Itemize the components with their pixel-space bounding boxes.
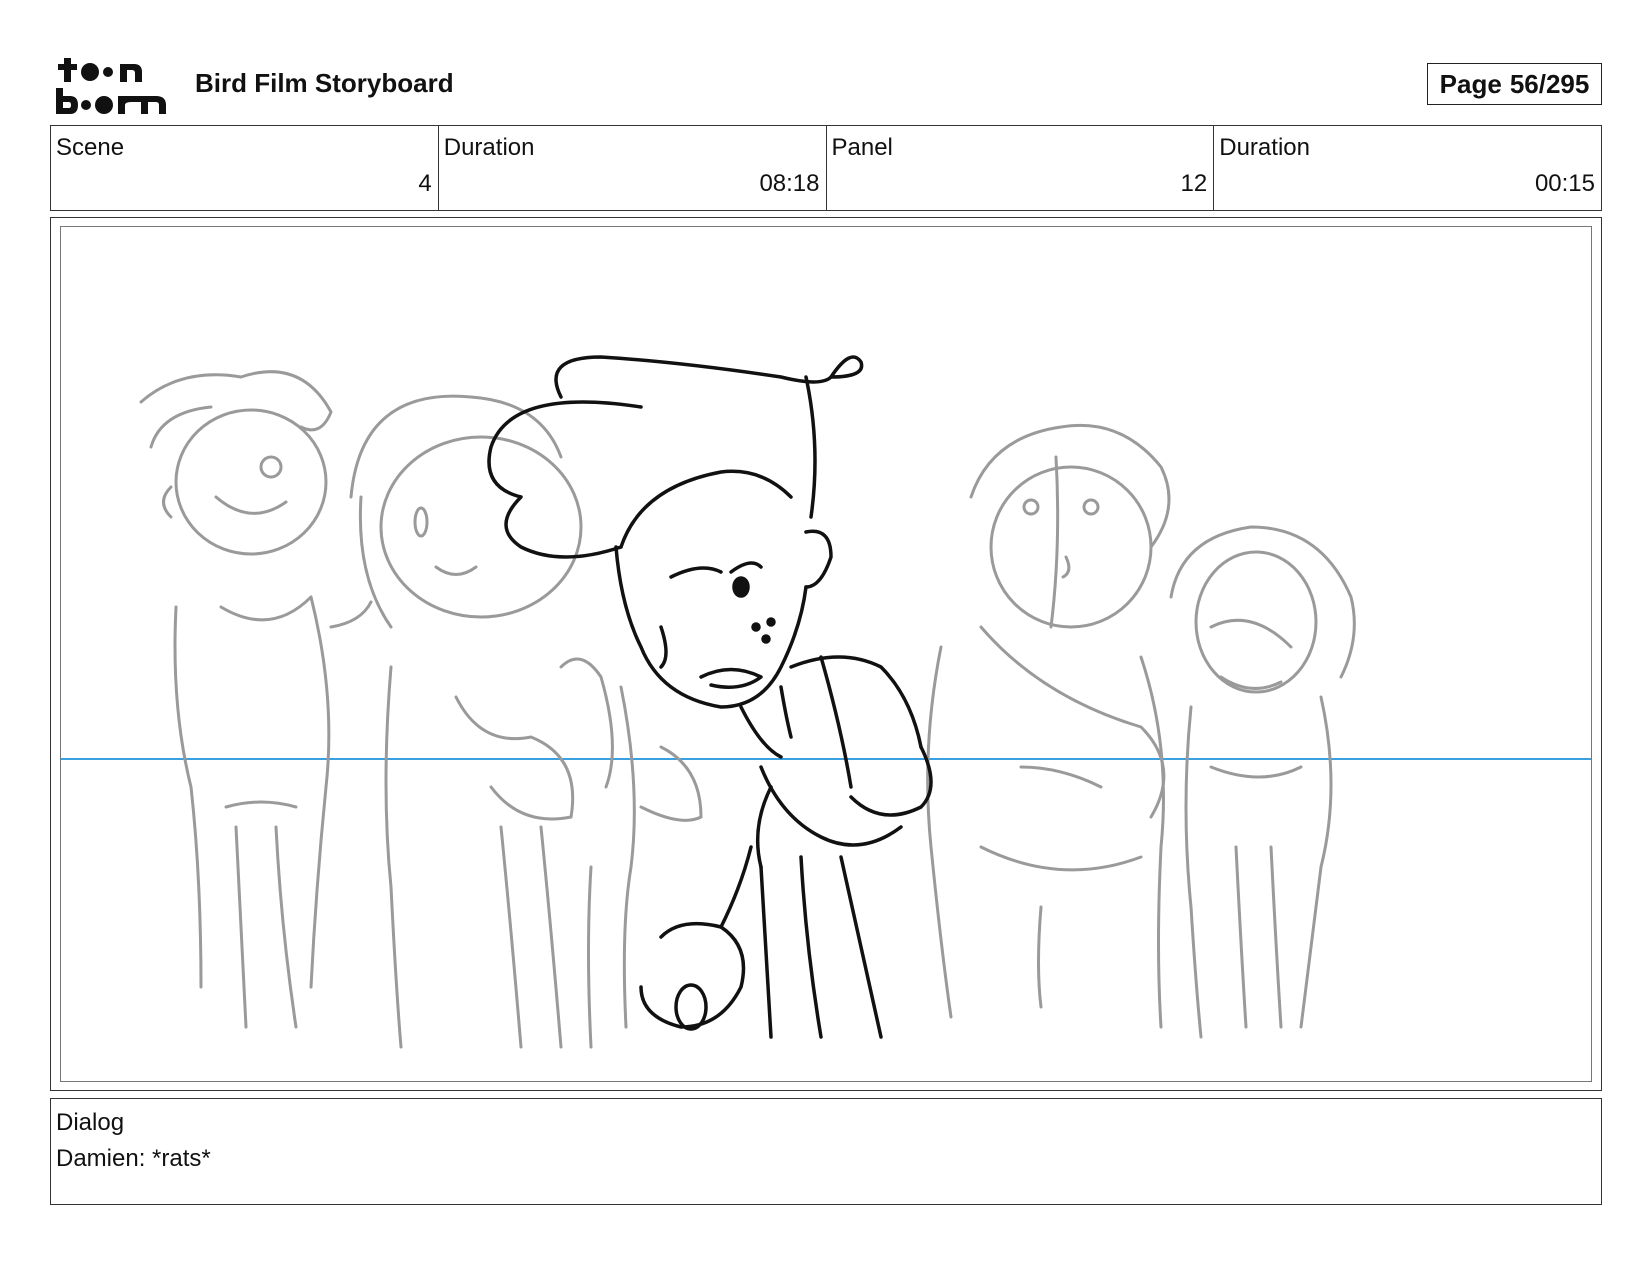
scene-info-row: Scene 4 Duration 08:18 Panel 12 Duration… — [50, 125, 1602, 211]
panel-duration-value: 00:15 — [1534, 170, 1595, 197]
storyboard-panel-drawing — [60, 226, 1592, 1082]
scene-cell: Scene 4 — [51, 126, 439, 210]
main-character-damien — [487, 355, 933, 1039]
page-label: Page — [1439, 68, 1502, 99]
scene-duration-value: 08:18 — [759, 170, 820, 197]
bg-character-4 — [926, 423, 1171, 1029]
bg-character-3 — [559, 657, 703, 1049]
panel-cell: Panel 12 — [827, 126, 1215, 210]
panel-value: 12 — [1180, 170, 1208, 197]
toonboom-logo-mark — [56, 58, 166, 114]
scene-label: Scene — [56, 134, 125, 161]
dialog-text: Damien: *rats* — [56, 1145, 211, 1172]
page-number: 56/295 — [1509, 68, 1590, 99]
sketch-drawing — [61, 355, 1591, 1049]
dialog-box: Dialog Damien: *rats* — [50, 1098, 1602, 1205]
panel-duration-cell: Duration 00:15 — [1214, 126, 1601, 210]
bg-character-2 — [329, 394, 583, 1049]
scene-value: 4 — [418, 170, 432, 197]
storyboard-title: Bird Film Storyboard — [195, 68, 454, 98]
bg-character-1 — [139, 370, 333, 1029]
panel-label: Panel — [831, 134, 893, 161]
bg-character-5 — [1169, 525, 1356, 1039]
toonboom-logo — [54, 56, 174, 118]
scene-duration-label: Duration — [443, 134, 535, 161]
dialog-label: Dialog — [56, 1109, 125, 1136]
page-indicator: Page 56/295 — [1427, 63, 1602, 105]
panel-duration-label: Duration — [1219, 134, 1310, 161]
scene-duration-cell: Duration 08:18 — [439, 126, 827, 210]
